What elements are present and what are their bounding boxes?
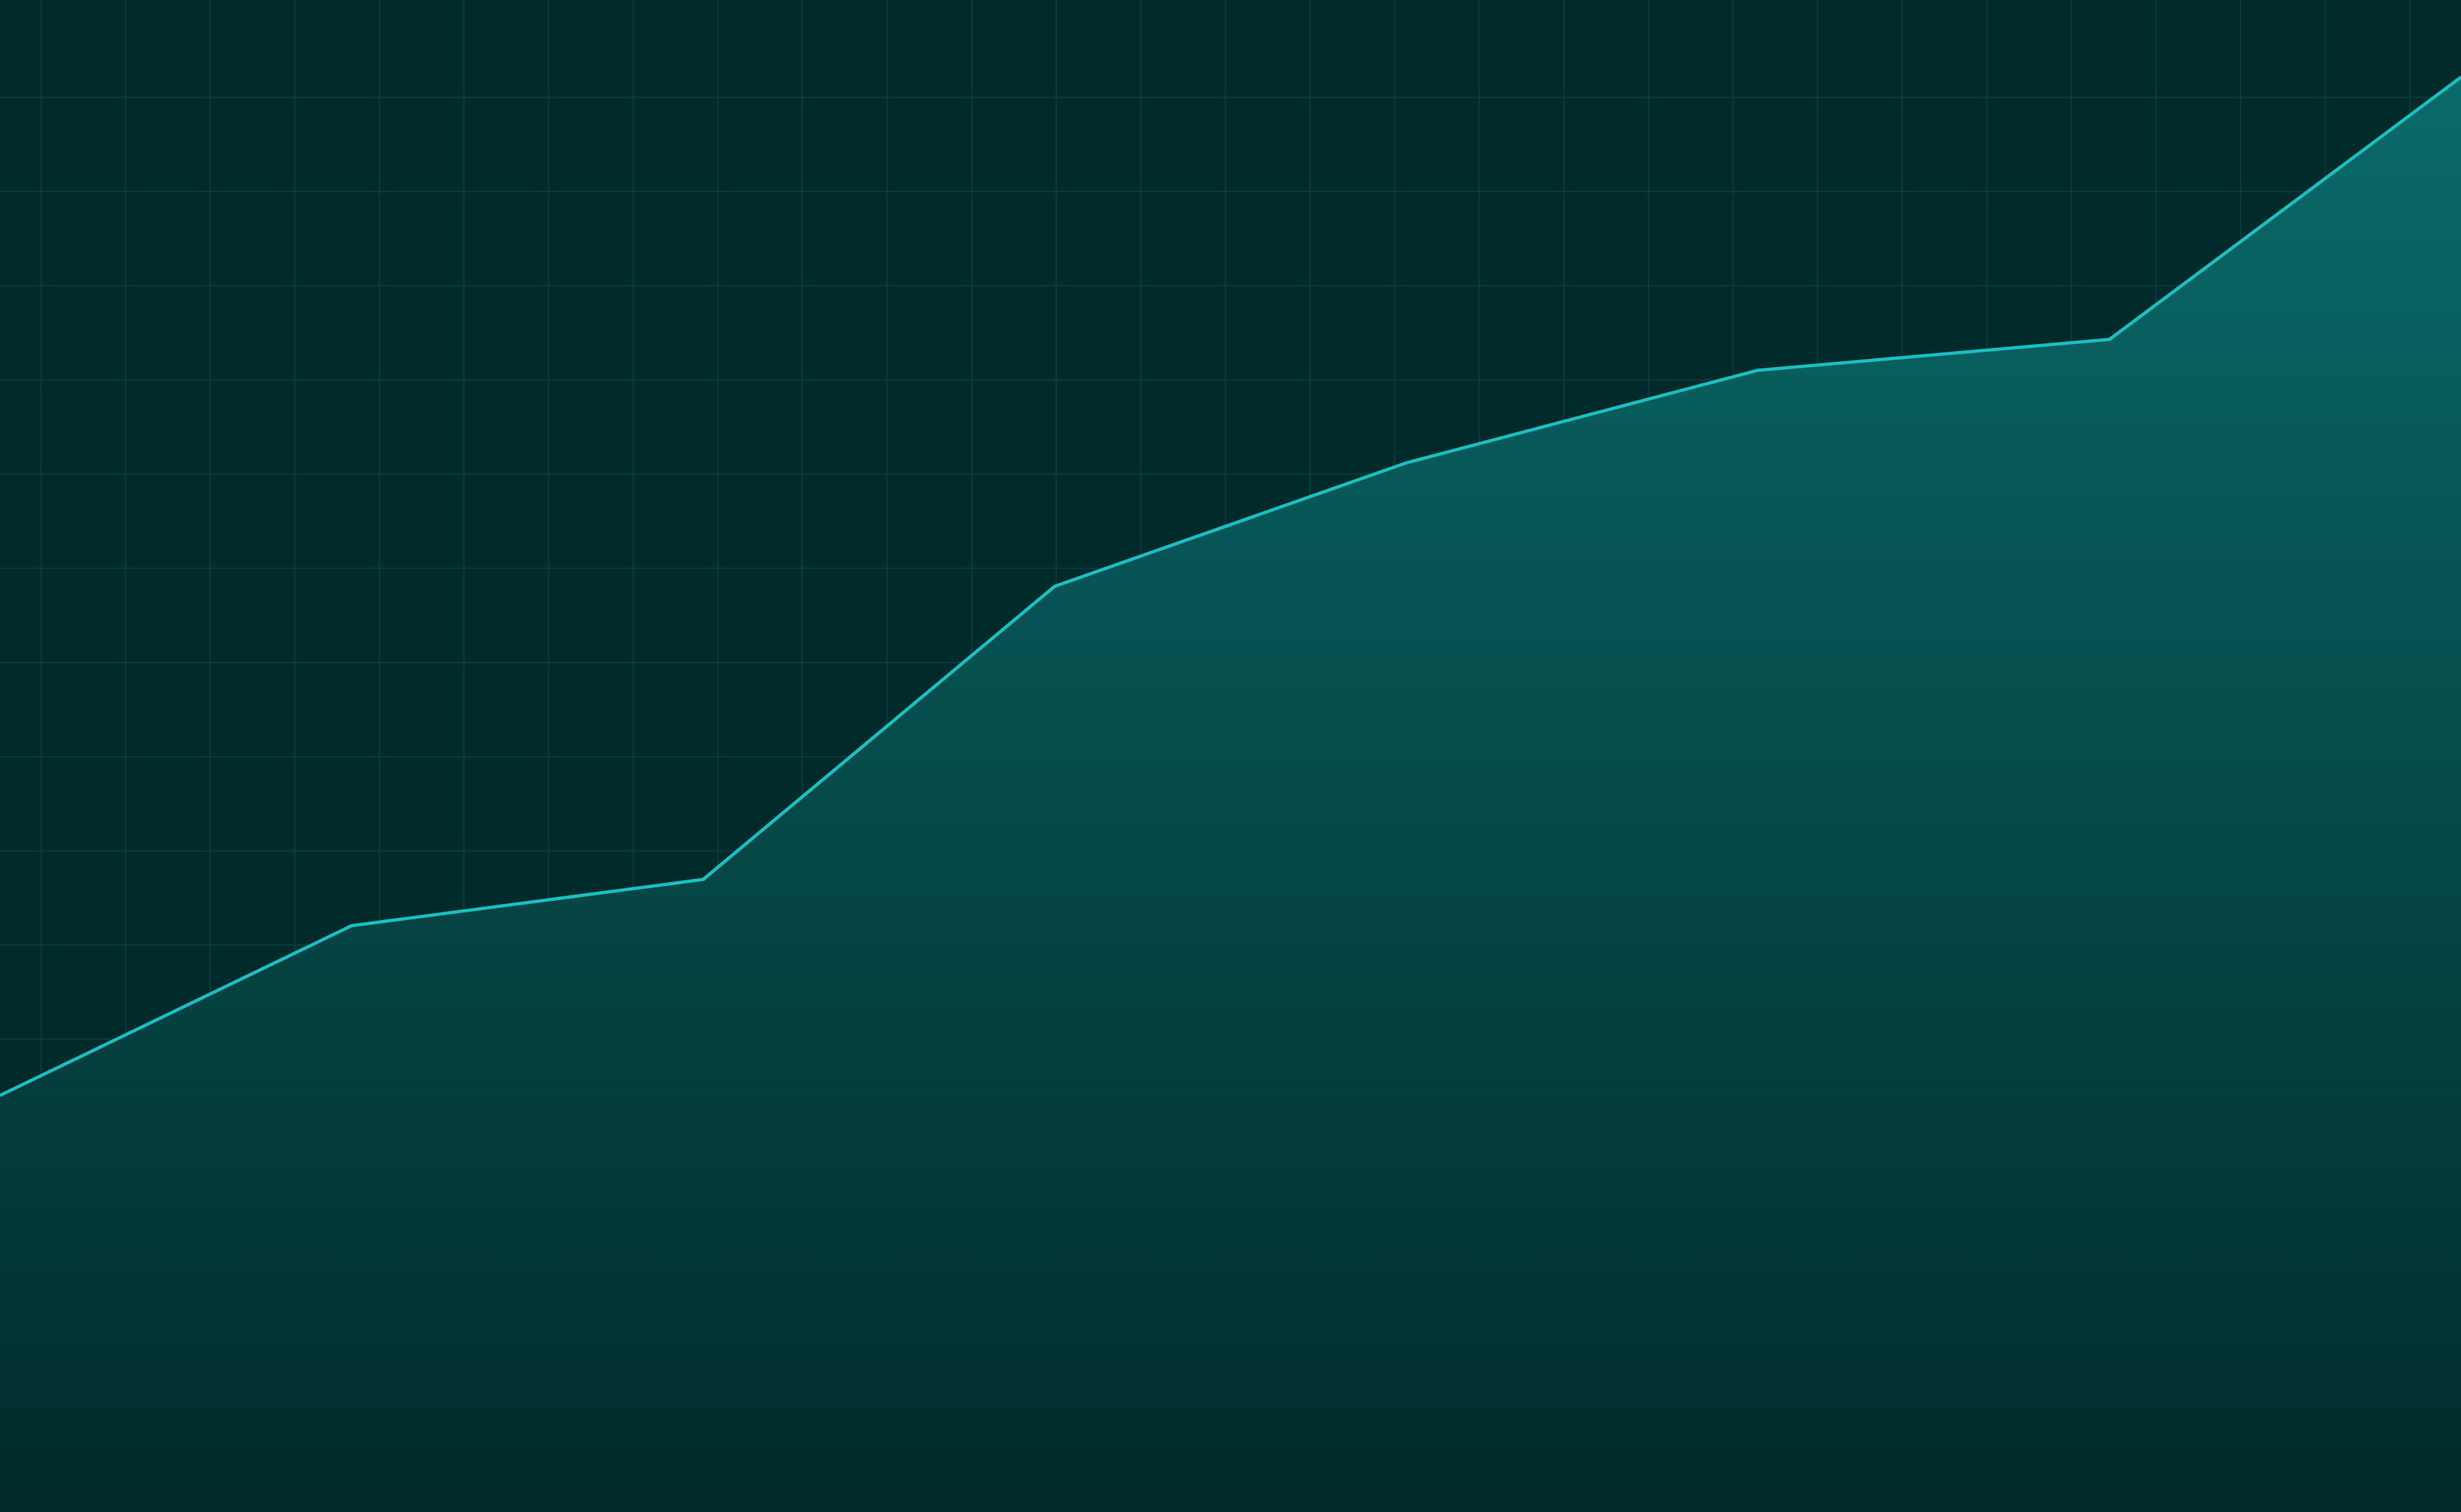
chart-svg <box>0 0 2461 1512</box>
area-chart <box>0 0 2461 1512</box>
